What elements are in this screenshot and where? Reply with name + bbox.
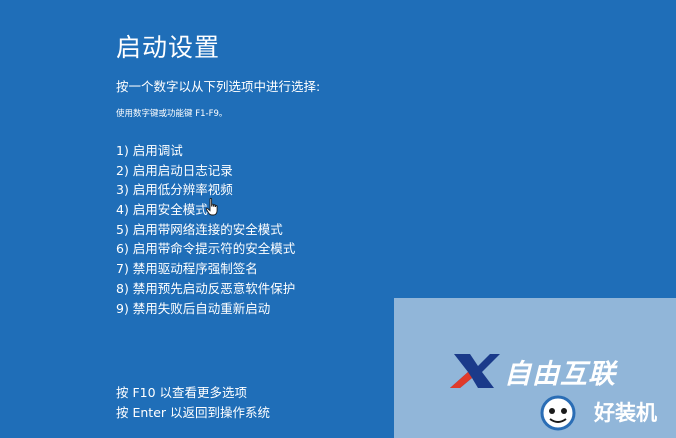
return-os-hint: 按 Enter 以返回到操作系统	[116, 405, 270, 420]
instruction-text: 按一个数字以从下列选项中进行选择:	[116, 79, 321, 94]
hand-pointer-icon	[205, 198, 218, 216]
watermark-brand-primary: 自由互联	[504, 359, 616, 390]
watermark-brand-secondary: 好装机	[594, 401, 657, 425]
hint-text: 使用数字键或功能键 F1-F9。	[116, 109, 228, 119]
startup-options-list: 1) 启用调试 2) 启用启动日志记录 3) 启用低分辨率视频 4) 启用安全模…	[116, 141, 295, 318]
boot-settings-screen: 启动设置 按一个数字以从下列选项中进行选择: 使用数字键或功能键 F1-F9。 …	[0, 0, 676, 438]
footer-instructions: 按 F10 以查看更多选项 按 Enter 以返回到操作系统	[116, 383, 270, 423]
option-enable-debugging[interactable]: 1) 启用调试	[116, 141, 295, 161]
option-enable-boot-logging[interactable]: 2) 启用启动日志记录	[116, 161, 295, 181]
page-title: 启动设置	[116, 33, 221, 62]
option-safe-mode-command-prompt[interactable]: 6) 启用带命令提示符的安全模式	[116, 239, 295, 259]
more-options-hint: 按 F10 以查看更多选项	[116, 385, 248, 400]
option-disable-auto-restart[interactable]: 9) 禁用失败后自动重新启动	[116, 299, 295, 319]
option-disable-early-antimalware[interactable]: 8) 禁用预先启动反恶意软件保护	[116, 279, 295, 299]
option-safe-mode-networking[interactable]: 5) 启用带网络连接的安全模式	[116, 220, 295, 240]
option-disable-driver-signature[interactable]: 7) 禁用驱动程序强制签名	[116, 259, 295, 279]
